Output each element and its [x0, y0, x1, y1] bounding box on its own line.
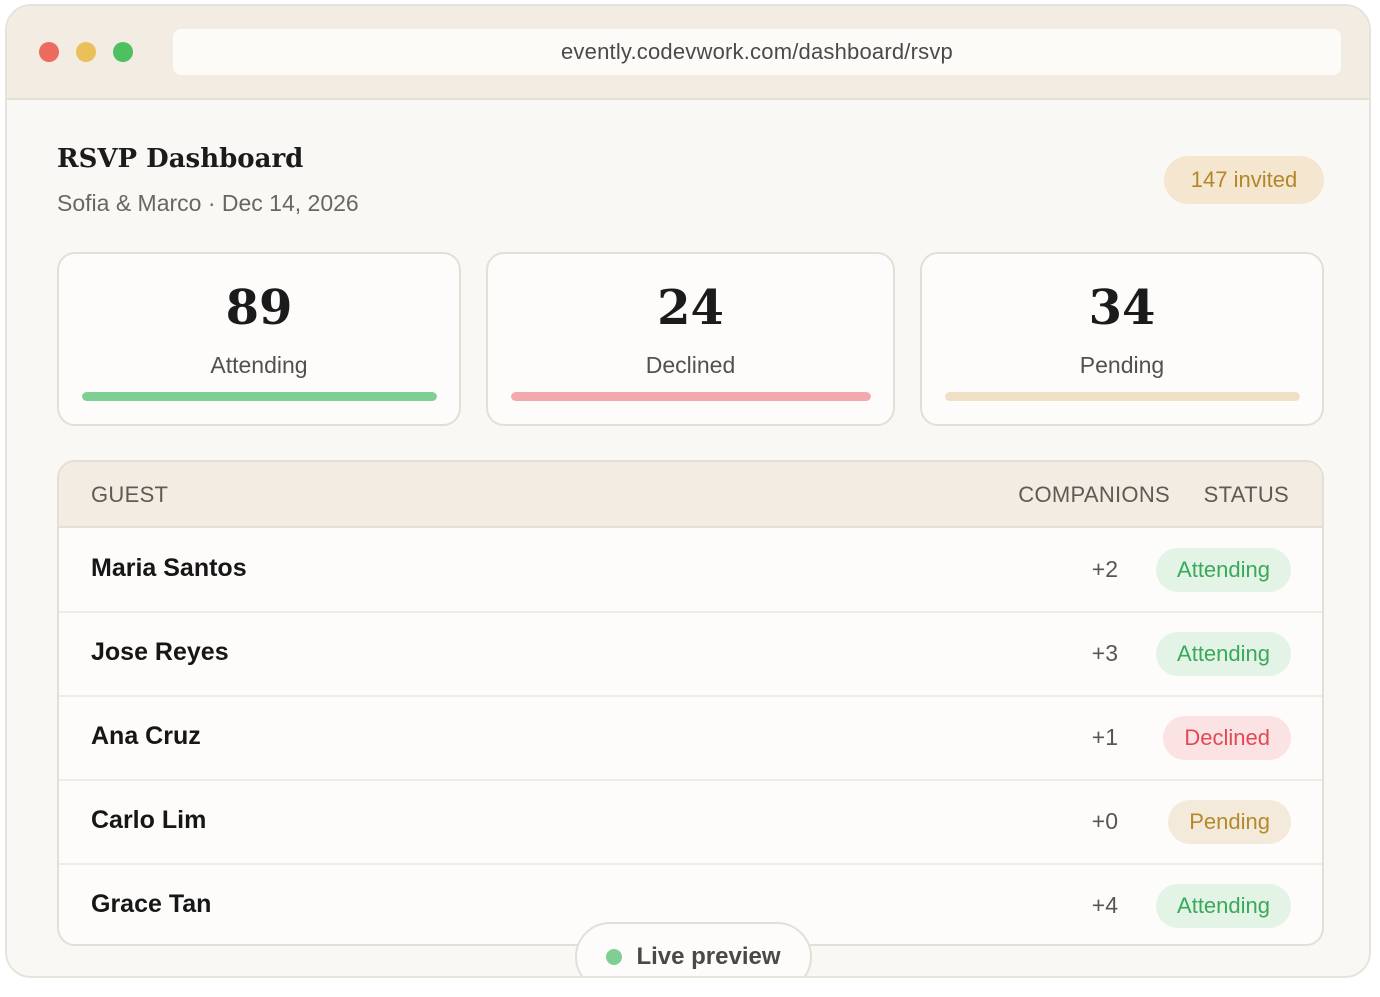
column-header-guest[interactable]: GUEST	[91, 482, 168, 508]
browser-chrome: evently.codevwork.com/dashboard/rsvp	[7, 6, 1369, 100]
stat-label: Declined	[645, 352, 736, 378]
guest-name: Maria Santos	[91, 554, 247, 582]
live-preview-label: Live preview	[636, 943, 781, 970]
status-badge: Attending	[1156, 632, 1291, 676]
stat-progress-fill	[945, 392, 1300, 401]
live-preview-pill[interactable]: Live preview	[575, 922, 812, 976]
status-badge: Declined	[1163, 716, 1291, 760]
invited-count-badge: 147 invited	[1164, 156, 1324, 204]
address-bar-url: evently.codevwork.com/dashboard/rsvp	[561, 39, 953, 64]
status-badge: Attending	[1156, 548, 1291, 592]
stat-progress-bar	[511, 392, 871, 401]
event-subtitle: Sofia & Marco · Dec 14, 2026	[57, 190, 359, 216]
address-bar[interactable]: evently.codevwork.com/dashboard/rsvp	[173, 29, 1341, 75]
live-status-dot-icon	[606, 949, 623, 965]
minimize-window-button[interactable]	[76, 42, 96, 62]
table-row[interactable]: Carlo Lim +0 Pending	[59, 780, 1322, 865]
guest-name: Jose Reyes	[91, 638, 229, 666]
stat-card-declined: 24 Declined	[486, 252, 895, 426]
stat-value: 34	[1088, 280, 1156, 336]
status-badge: Pending	[1168, 800, 1291, 844]
close-window-button[interactable]	[39, 42, 59, 62]
companions-count: +4	[1091, 892, 1118, 918]
stat-progress-fill	[82, 392, 437, 401]
stat-progress-bar	[945, 392, 1300, 401]
maximize-window-button[interactable]	[113, 42, 133, 62]
page-title: RSVP Dashboard	[57, 144, 304, 174]
stat-label: Pending	[1079, 352, 1165, 378]
browser-window: evently.codevwork.com/dashboard/rsvp RSV…	[5, 4, 1371, 978]
table-row[interactable]: Maria Santos +2 Attending	[59, 528, 1322, 613]
stat-progress-bar	[82, 392, 437, 401]
companions-count: +0	[1091, 808, 1118, 834]
stat-label: Attending	[210, 352, 308, 378]
guest-name: Grace Tan	[91, 890, 212, 918]
stat-progress-fill	[511, 392, 871, 401]
table-header: GUEST COMPANIONS STATUS	[59, 462, 1322, 528]
stat-value: 89	[225, 280, 293, 336]
companions-count: +2	[1091, 556, 1118, 582]
column-header-companions[interactable]: COMPANIONS	[1018, 482, 1170, 508]
guest-name: Carlo Lim	[91, 806, 207, 834]
status-badge: Attending	[1156, 884, 1291, 928]
companions-count: +3	[1091, 640, 1118, 666]
table-row[interactable]: Jose Reyes +3 Attending	[59, 612, 1322, 697]
guest-name: Ana Cruz	[91, 722, 201, 750]
guest-table: GUEST COMPANIONS STATUS Maria Santos +2 …	[57, 460, 1324, 946]
companions-count: +1	[1091, 724, 1118, 750]
stat-value: 24	[657, 280, 724, 336]
stat-card-attending: 89 Attending	[57, 252, 461, 426]
table-row[interactable]: Ana Cruz +1 Declined	[59, 696, 1322, 781]
stat-card-pending: 34 Pending	[920, 252, 1324, 426]
column-header-status[interactable]: STATUS	[1204, 482, 1289, 508]
